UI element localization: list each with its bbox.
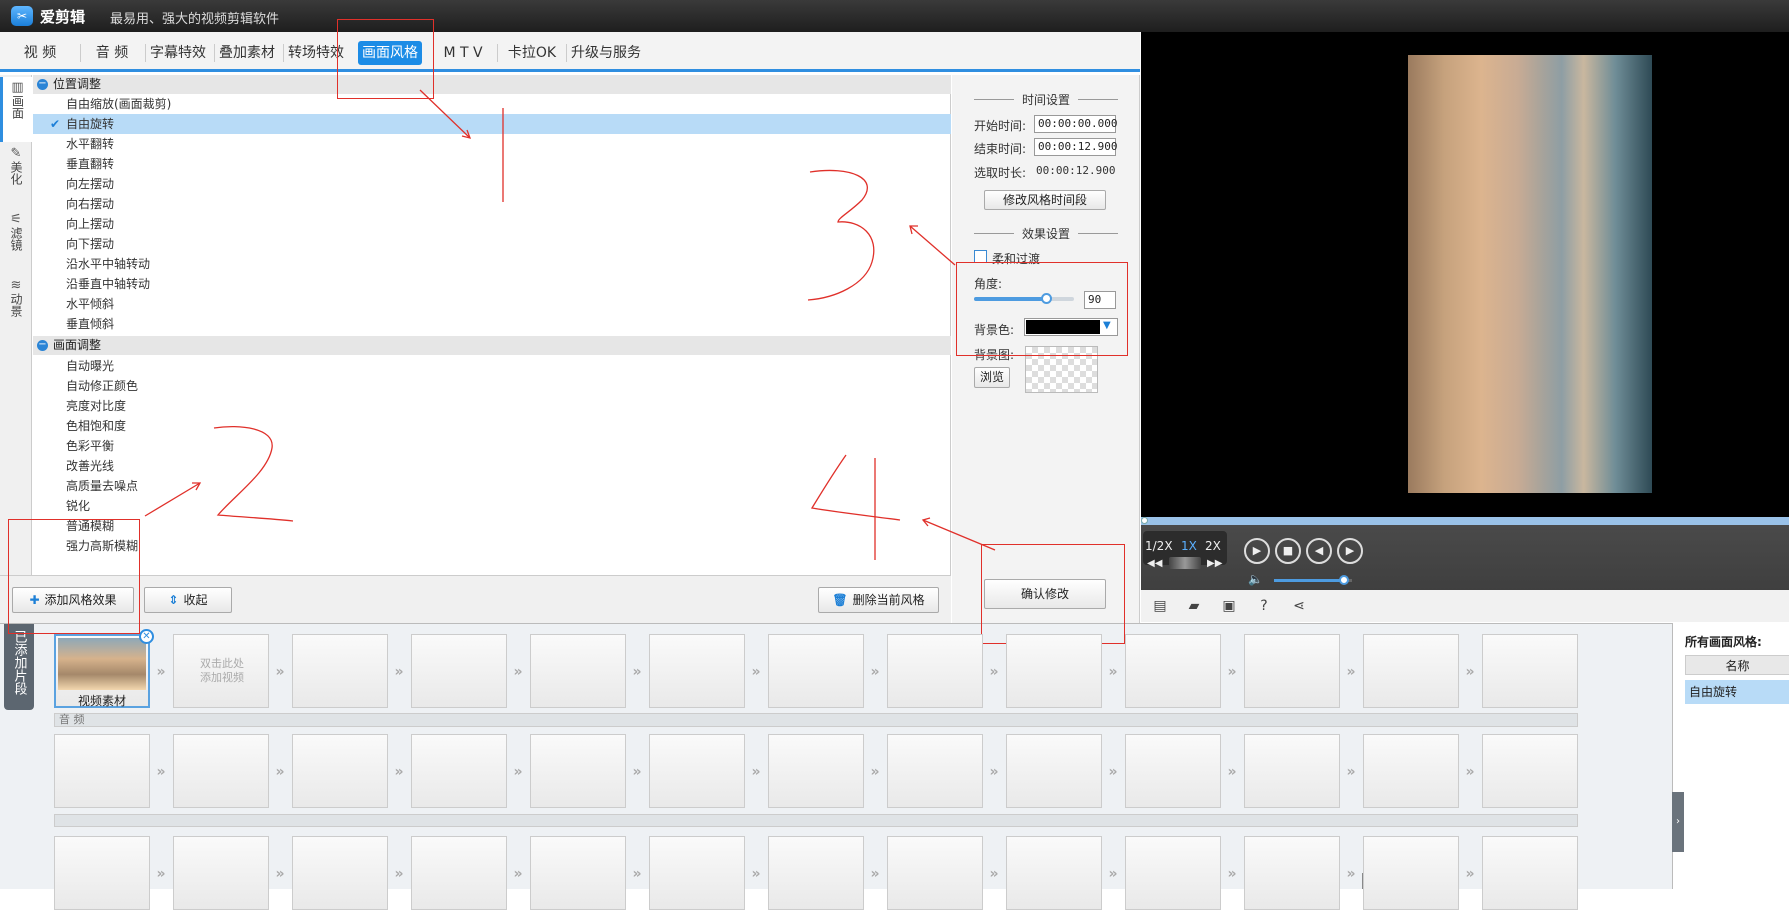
timeline-slot[interactable]: [173, 734, 269, 808]
chevron-right-icon: »: [632, 866, 642, 882]
timeline-slot[interactable]: [1125, 734, 1221, 808]
timeline-slot[interactable]: [649, 634, 745, 708]
chevron-right-icon: »: [513, 664, 523, 680]
timeline-slot[interactable]: [530, 734, 626, 808]
timeline-slot[interactable]: [1482, 836, 1578, 910]
timeline-slot[interactable]: [1006, 836, 1102, 910]
chevron-right-icon: »: [870, 664, 880, 680]
timeline-slot[interactable]: [1244, 634, 1340, 708]
timeline-slot[interactable]: [54, 734, 150, 808]
timeline-slot[interactable]: [1006, 734, 1102, 808]
timeline-slot[interactable]: [292, 836, 388, 910]
chevron-right-icon: »: [751, 664, 761, 680]
chevron-right-icon: »: [989, 664, 999, 680]
chevron-right-icon: »: [1227, 764, 1237, 780]
annotation-arrow: [419, 89, 471, 139]
timeline-slot[interactable]: [1244, 734, 1340, 808]
timeline-slot[interactable]: [1125, 634, 1221, 708]
timeline-slot[interactable]: [649, 836, 745, 910]
timeline-slot[interactable]: [173, 836, 269, 910]
chevron-right-icon: »: [275, 764, 285, 780]
timeline-slot[interactable]: [887, 734, 983, 808]
chevron-right-icon: »: [275, 664, 285, 680]
timeline-slot[interactable]: [1363, 634, 1459, 708]
timeline-slot[interactable]: [768, 734, 864, 808]
chevron-right-icon: »: [1465, 764, 1475, 780]
chevron-right-icon: »: [513, 764, 523, 780]
chevron-right-icon: »: [513, 866, 523, 882]
annotation-arrow: [144, 482, 201, 517]
timeline-slot[interactable]: [649, 734, 745, 808]
chevron-right-icon: »: [751, 866, 761, 882]
chevron-right-icon: »: [1227, 866, 1237, 882]
annotation-arrow: [909, 225, 956, 266]
annotation-arrow: [922, 519, 996, 551]
chevron-right-icon: »: [1346, 866, 1356, 882]
chevron-right-icon: »: [156, 866, 166, 882]
chevron-right-icon: »: [1108, 664, 1118, 680]
chevron-right-icon: »: [1346, 764, 1356, 780]
chevron-right-icon: »: [394, 664, 404, 680]
timeline-slot[interactable]: [887, 634, 983, 708]
timeline-slot[interactable]: [1006, 634, 1102, 708]
annotation-digit-3: [807, 169, 875, 301]
timeline-slot[interactable]: [292, 734, 388, 808]
chevron-right-icon: »: [632, 664, 642, 680]
timeline-slot[interactable]: [1244, 836, 1340, 910]
timeline-slot[interactable]: [768, 836, 864, 910]
timeline-slot[interactable]: [1363, 836, 1459, 910]
chevron-right-icon: »: [751, 764, 761, 780]
chevron-right-icon: »: [1465, 664, 1475, 680]
chevron-right-icon: »: [1346, 664, 1356, 680]
timeline-slot[interactable]: [530, 634, 626, 708]
timeline-slot[interactable]: [411, 634, 507, 708]
annotation-digit-2: [213, 425, 294, 522]
chevron-right-icon: »: [1108, 764, 1118, 780]
chevron-right-icon: »: [870, 866, 880, 882]
chevron-right-icon: »: [989, 866, 999, 882]
timeline-slot[interactable]: [1125, 836, 1221, 910]
annotation-digit-4: [810, 454, 901, 521]
timeline-slot[interactable]: [887, 836, 983, 910]
timeline-slot[interactable]: [1363, 734, 1459, 808]
timeline-slot[interactable]: [292, 634, 388, 708]
chevron-right-icon: »: [394, 866, 404, 882]
timeline-slot[interactable]: [768, 634, 864, 708]
chevron-right-icon: »: [989, 764, 999, 780]
timeline-slot[interactable]: [1482, 634, 1578, 708]
chevron-right-icon: »: [275, 866, 285, 882]
timeline-slot[interactable]: [1482, 734, 1578, 808]
timeline-slot[interactable]: [530, 836, 626, 910]
chevron-right-icon: »: [1108, 866, 1118, 882]
chevron-right-icon: »: [1227, 664, 1237, 680]
timeline-slot[interactable]: [411, 836, 507, 910]
chevron-right-icon: »: [394, 764, 404, 780]
timeline-slot[interactable]: [54, 836, 150, 910]
timeline-slot[interactable]: [411, 734, 507, 808]
chevron-right-icon: »: [870, 764, 880, 780]
chevron-right-icon: »: [1465, 866, 1475, 882]
chevron-right-icon: »: [156, 764, 166, 780]
chevron-right-icon: »: [632, 764, 642, 780]
chevron-right-icon: »: [156, 664, 166, 680]
